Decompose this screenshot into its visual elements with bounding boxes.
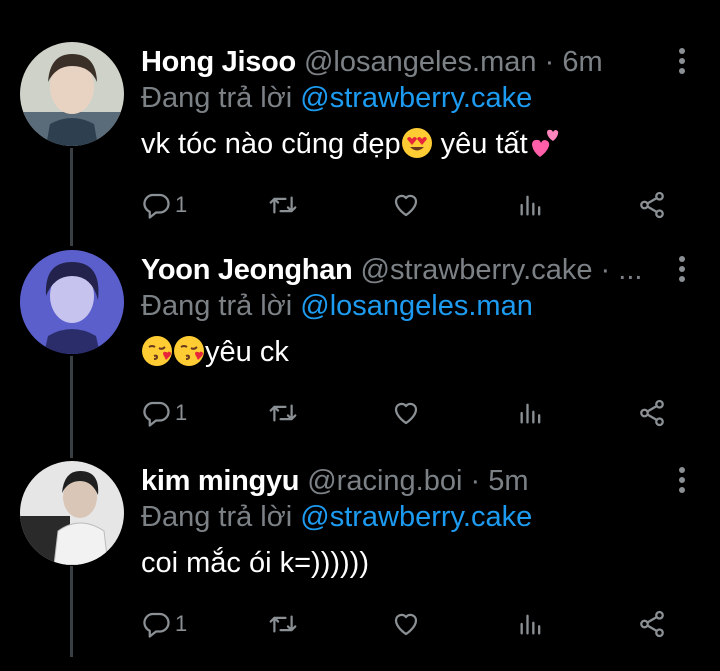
retweet-icon <box>269 615 297 633</box>
retweet-button[interactable] <box>267 395 299 431</box>
tweet[interactable]: Hong Jisoo @losangeles.man · 6m Đang trả… <box>0 42 720 252</box>
reply-count: 1 <box>175 192 188 217</box>
tweet-text-part: yêu tất <box>432 128 528 160</box>
retweet-button[interactable] <box>267 187 299 223</box>
reply-button[interactable]: 1 <box>141 187 187 223</box>
retweet-icon <box>269 404 297 422</box>
analytics-icon <box>520 195 541 216</box>
like-icon <box>394 402 418 425</box>
analytics-icon <box>520 403 541 424</box>
reply-context: Đang trả lời @strawberry.cake <box>141 499 532 535</box>
kissing-heart-emoji <box>174 336 204 366</box>
avatar[interactable] <box>20 250 124 354</box>
share-button[interactable] <box>637 395 667 431</box>
reply-button[interactable]: 1 <box>141 606 187 642</box>
reply-context: Đang trả lời @losangeles.man <box>141 288 533 324</box>
tweet-text-part: vk tóc nào cũng đẹp <box>141 128 401 160</box>
tweet-text-part: coi mắc ói k=)))))) <box>141 547 369 579</box>
retweet-button[interactable] <box>267 606 299 642</box>
reply-context: Đang trả lời @strawberry.cake <box>141 80 532 116</box>
retweet-icon <box>269 196 297 214</box>
kissing-heart-emoji <box>142 336 172 366</box>
display-name[interactable]: kim mingyu <box>141 465 299 497</box>
like-button[interactable] <box>391 395 421 431</box>
tweet-header: Hong Jisoo @losangeles.man · 6m <box>141 44 660 80</box>
analytics-button[interactable] <box>517 606 545 642</box>
user-handle[interactable]: @losangeles.man <box>304 46 537 78</box>
separator: · <box>470 465 481 497</box>
analytics-button[interactable] <box>517 187 545 223</box>
tweet-text: yêu ck <box>141 334 289 370</box>
share-icon <box>640 610 664 638</box>
tweet-text: vk tóc nào cũng đẹp yêu tất <box>141 126 560 162</box>
heart-eyes-emoji <box>401 128 432 158</box>
user-handle[interactable]: @strawberry.cake <box>361 254 593 286</box>
tweet[interactable]: Yoon Jeonghan @strawberry.cake · ... Đan… <box>0 250 720 460</box>
user-handle[interactable]: @racing.boi <box>307 465 462 497</box>
display-name[interactable]: Hong Jisoo <box>141 46 296 78</box>
like-button[interactable] <box>391 606 421 642</box>
tweet-header: Yoon Jeonghan @strawberry.cake · ... <box>141 252 660 288</box>
two-hearts-emoji <box>531 129 558 157</box>
timestamp[interactable]: ... <box>618 254 642 286</box>
reply-count: 1 <box>175 400 188 425</box>
share-button[interactable] <box>637 187 667 223</box>
reply-prefix: Đang trả lời <box>141 501 293 533</box>
share-icon <box>640 191 664 219</box>
share-icon <box>640 399 664 427</box>
avatar[interactable] <box>20 461 124 565</box>
like-icon <box>394 613 418 636</box>
timestamp[interactable]: 5m <box>488 465 528 497</box>
reply-button[interactable]: 1 <box>141 395 187 431</box>
like-icon <box>394 194 418 217</box>
tweet-actions: 1 <box>141 187 680 223</box>
mention-link[interactable]: @strawberry.cake <box>300 501 532 533</box>
reply-icon <box>143 193 170 219</box>
reply-prefix: Đang trả lời <box>141 290 293 322</box>
display-name[interactable]: Yoon Jeonghan <box>141 254 353 286</box>
more-options-icon[interactable] <box>676 256 688 286</box>
analytics-icon <box>520 614 541 635</box>
avatar[interactable] <box>20 42 124 146</box>
tweet-actions: 1 <box>141 395 680 431</box>
separator: · <box>544 46 555 78</box>
reply-icon <box>143 401 170 427</box>
share-button[interactable] <box>637 606 667 642</box>
mention-link[interactable]: @strawberry.cake <box>300 82 532 114</box>
analytics-button[interactable] <box>517 395 545 431</box>
reply-icon <box>143 612 170 638</box>
tweet-header: kim mingyu @racing.boi · 5m <box>141 463 660 499</box>
more-options-icon[interactable] <box>676 467 688 497</box>
more-options-icon[interactable] <box>676 48 688 78</box>
separator: · <box>600 254 611 286</box>
timestamp[interactable]: 6m <box>562 46 602 78</box>
reply-prefix: Đang trả lời <box>141 82 293 114</box>
reply-count: 1 <box>175 611 188 636</box>
like-button[interactable] <box>391 187 421 223</box>
tweet-text-part: yêu ck <box>205 336 289 368</box>
tweet-text: coi mắc ói k=)))))) <box>141 545 369 581</box>
tweet[interactable]: kim mingyu @racing.boi · 5m Đang trả lời… <box>0 461 720 671</box>
tweet-actions: 1 <box>141 606 680 642</box>
mention-link[interactable]: @losangeles.man <box>300 290 533 322</box>
